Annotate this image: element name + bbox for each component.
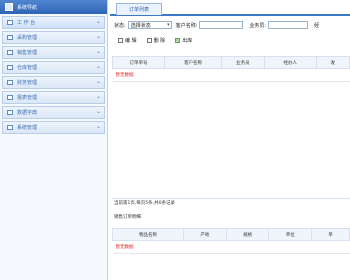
status-select-value: 选择状态 bbox=[130, 22, 151, 29]
sidebar-item-label: 销售管理 bbox=[17, 50, 38, 56]
folder-icon bbox=[7, 65, 13, 70]
sidebar-item-system[interactable]: 系统管理 ⌄ bbox=[2, 121, 105, 134]
delete-icon bbox=[146, 37, 152, 43]
folder-icon bbox=[7, 80, 13, 85]
edit-icon bbox=[118, 37, 123, 43]
sidebar-item-label: 仓库管理 bbox=[17, 65, 38, 71]
sidebar-item-purchase[interactable]: 采购管理 ⌄ bbox=[2, 31, 105, 44]
sidebar-item-reports[interactable]: 报表管理 ⌄ bbox=[2, 91, 105, 104]
table-header-row: 物品名称 产地 规格 单位 单 bbox=[111, 228, 350, 241]
salesman-label: 业务员: bbox=[249, 22, 267, 29]
chevron-down-icon[interactable]: ⌄ bbox=[96, 63, 101, 70]
status-select[interactable]: 选择状态 ▾ bbox=[127, 21, 172, 29]
delete-button[interactable]: 删 除 bbox=[146, 37, 166, 44]
edit-button-label: 编 辑 bbox=[125, 37, 137, 44]
sidebar-item-label: 系统管理 bbox=[17, 125, 38, 131]
main-panel: 订单列表 状态: 选择状态 ▾ 客户名称: 业务员: 经 编 辑 删 除 出库 bbox=[110, 0, 350, 280]
toolbar: 编 辑 删 除 出库 bbox=[110, 34, 350, 46]
folder-icon bbox=[7, 125, 13, 130]
tab-order-list[interactable]: 订单列表 bbox=[116, 3, 162, 15]
folder-icon bbox=[7, 35, 13, 40]
sidebar-item-label: 财务管理 bbox=[17, 80, 38, 86]
sidebar-item-dictionary[interactable]: 数据字典 ⌄ bbox=[2, 106, 105, 119]
folder-icon bbox=[7, 50, 13, 55]
folder-icon bbox=[7, 20, 13, 25]
sidebar-item-finance[interactable]: 财务管理 ⌄ bbox=[2, 76, 105, 89]
chevron-down-icon[interactable]: ⌄ bbox=[96, 48, 101, 55]
menu-icon bbox=[5, 3, 13, 11]
edit-button[interactable]: 编 辑 bbox=[118, 37, 137, 44]
chevron-down-icon[interactable]: ⌄ bbox=[96, 18, 101, 25]
salesman-input[interactable] bbox=[268, 21, 309, 29]
sidebar-item-warehouse[interactable]: 仓库管理 ⌄ bbox=[2, 61, 105, 74]
column-header-more[interactable]: 单 bbox=[311, 228, 350, 241]
tab-bar: 订单列表 bbox=[110, 0, 350, 16]
warehouse-icon bbox=[175, 37, 181, 43]
operator-label: 经 bbox=[314, 22, 320, 29]
pager-info: 当前第1页,每页5条,共0条记录 bbox=[114, 201, 175, 206]
chevron-down-icon[interactable]: ⌄ bbox=[96, 78, 101, 85]
sidebar: 系统导航 工 作 台 ⌄ 采购管理 ⌄ 销售管理 ⌄ 仓库管理 ⌄ 财务管理 ⌄ bbox=[0, 0, 108, 280]
folder-icon bbox=[7, 95, 13, 100]
chevron-down-icon: ▾ bbox=[167, 22, 170, 28]
sidebar-item-label: 数据字典 bbox=[17, 110, 38, 116]
chevron-down-icon[interactable]: ⌄ bbox=[96, 33, 101, 40]
sidebar-item-label: 工 作 台 bbox=[17, 20, 36, 26]
folder-icon bbox=[7, 110, 13, 115]
customer-input[interactable] bbox=[199, 21, 244, 29]
delete-button-label: 删 除 bbox=[153, 37, 166, 44]
sidebar-item-label: 报表管理 bbox=[17, 95, 38, 101]
sidebar-header: 系统导航 bbox=[0, 0, 107, 14]
sidebar-title: 系统导航 bbox=[17, 4, 38, 11]
filter-bar: 状态: 选择状态 ▾ 客户名称: 业务员: 经 bbox=[110, 18, 350, 32]
sidebar-nav: 工 作 台 ⌄ 采购管理 ⌄ 销售管理 ⌄ 仓库管理 ⌄ 财务管理 ⌄ 报表管理… bbox=[2, 16, 105, 134]
order-table-body bbox=[112, 67, 350, 199]
column-header-item-name[interactable]: 物品名称 bbox=[111, 228, 185, 241]
sidebar-item-sales[interactable]: 销售管理 ⌄ bbox=[2, 46, 105, 59]
table-row: 暂无数据 bbox=[112, 240, 350, 254]
sidebar-item-workbench[interactable]: 工 作 台 ⌄ bbox=[2, 16, 105, 29]
chevron-down-icon[interactable]: ⌄ bbox=[96, 93, 101, 100]
status-label: 状态: bbox=[114, 22, 126, 29]
warehouse-out-button-label: 出库 bbox=[182, 37, 193, 44]
empty-text: 暂无数据 bbox=[112, 240, 184, 254]
customer-label: 客户名称: bbox=[175, 22, 198, 29]
chevron-down-icon[interactable]: ⌄ bbox=[96, 108, 101, 115]
detail-title: 销售订单明细 bbox=[114, 215, 141, 220]
column-header-origin[interactable]: 产地 bbox=[183, 228, 227, 241]
detail-table: 物品名称 产地 规格 单位 单 暂无数据 bbox=[111, 228, 350, 254]
column-header-unit[interactable]: 单位 bbox=[268, 228, 313, 241]
column-header-spec[interactable]: 规格 bbox=[225, 228, 270, 241]
chevron-down-icon[interactable]: ⌄ bbox=[96, 123, 101, 130]
warehouse-out-button[interactable]: 出库 bbox=[175, 37, 192, 44]
sidebar-item-label: 采购管理 bbox=[17, 35, 38, 41]
